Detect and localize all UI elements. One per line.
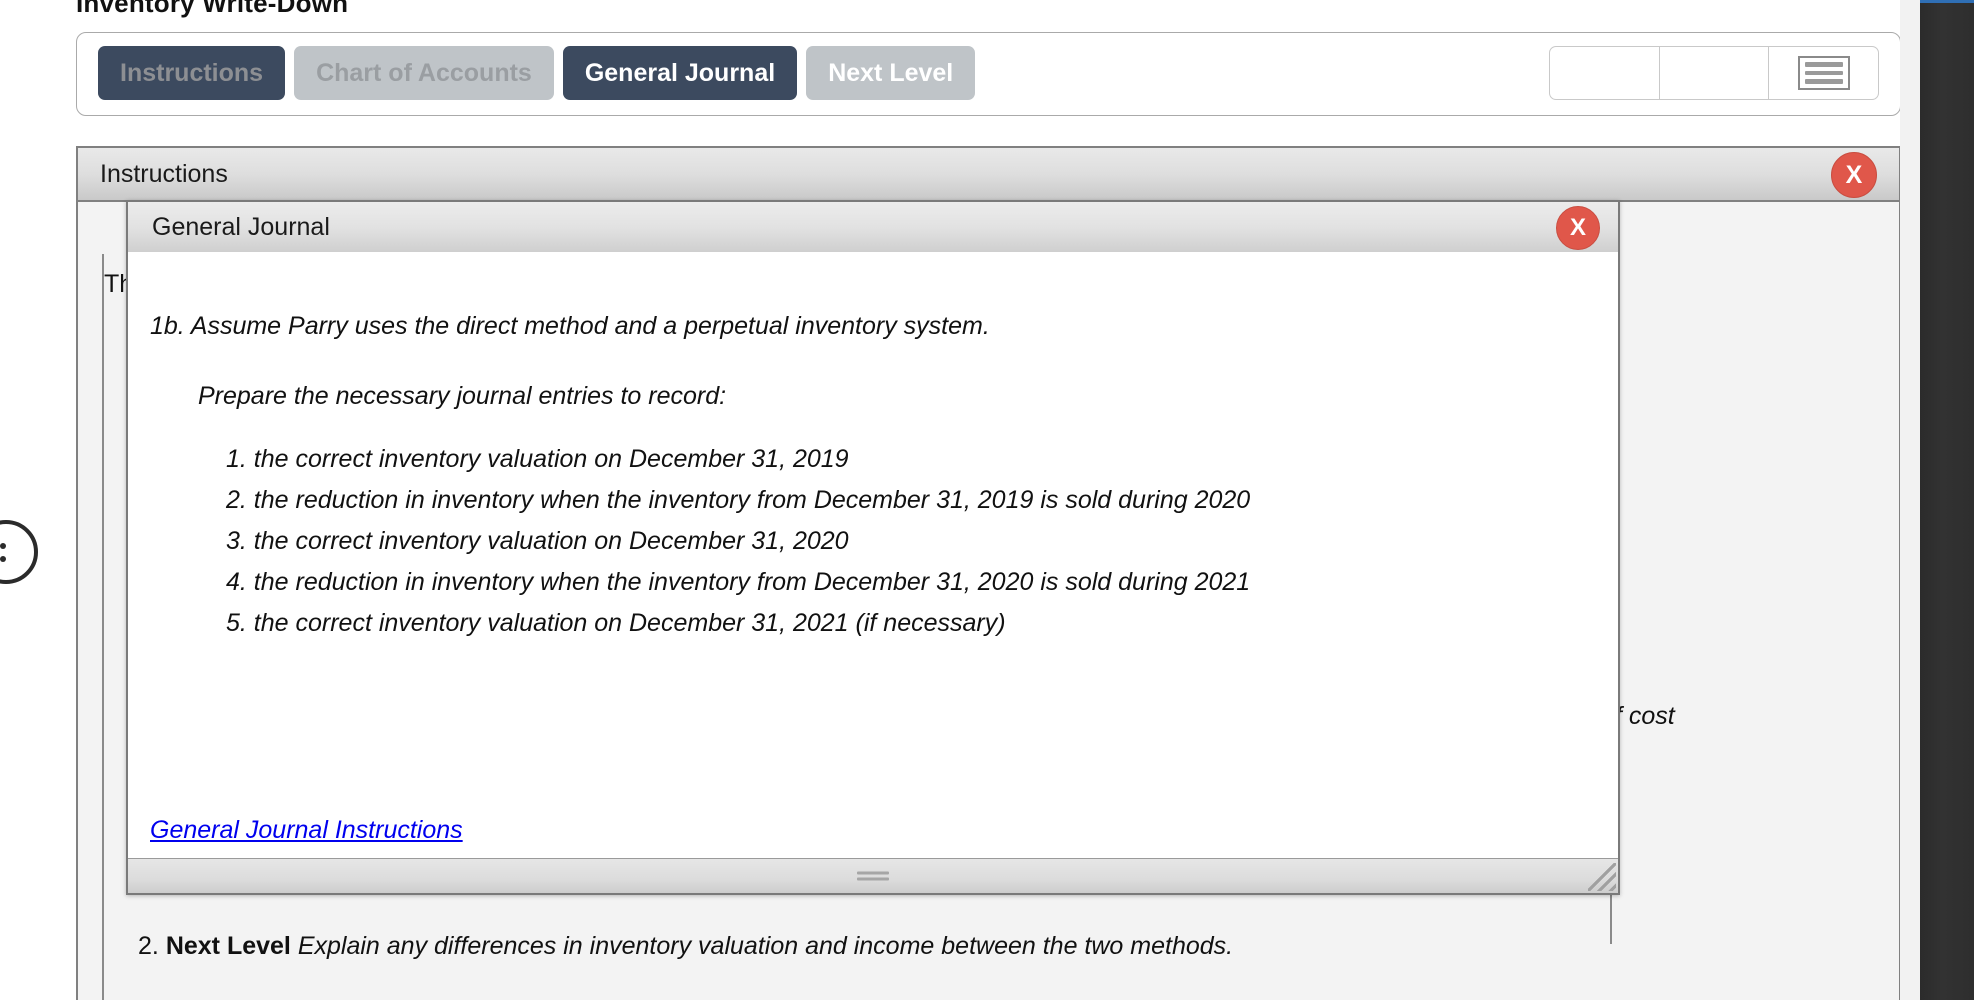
right-edge-light-strip bbox=[1900, 0, 1920, 1000]
list-item: 1. the correct inventory valuation on De… bbox=[226, 445, 849, 473]
toolbar-slot-2[interactable] bbox=[1660, 47, 1770, 99]
general-journal-close-icon[interactable]: X bbox=[1556, 206, 1600, 250]
screen-root: Inventory Write-Down Instructions Chart … bbox=[0, 0, 1974, 1000]
left-drag-handle[interactable] bbox=[0, 520, 38, 584]
tab-next-level[interactable]: Next Level bbox=[806, 46, 976, 100]
toolbar-control-group bbox=[1549, 46, 1879, 100]
hamburger-menu-icon[interactable] bbox=[1797, 56, 1850, 90]
list-item: 3. the correct inventory valuation on De… bbox=[226, 527, 849, 555]
list-item: 2. the reduction in inventory when the i… bbox=[226, 486, 1251, 514]
question-intro: 1b. Assume Parry uses the direct method … bbox=[150, 312, 990, 340]
general-journal-instructions-link[interactable]: General Journal Instructions bbox=[150, 816, 463, 845]
next-level-label: Next Level bbox=[165, 932, 291, 960]
page-title: Inventory Write-Down bbox=[76, 0, 349, 18]
tab-toolbar: Instructions Chart of Accounts General J… bbox=[76, 32, 1901, 116]
resize-corner-icon[interactable] bbox=[1588, 863, 1616, 891]
question-list: 1. the correct inventory valuation on De… bbox=[210, 439, 1250, 644]
next-level-text: Explain any differences in inventory val… bbox=[297, 932, 1234, 960]
resize-grabber-icon[interactable] bbox=[857, 871, 889, 881]
panel-left-divider bbox=[102, 254, 104, 1000]
general-journal-dialog-footer bbox=[128, 858, 1618, 893]
general-journal-dialog: General Journal X 1b. Assume Parry uses … bbox=[126, 200, 1620, 895]
list-item: 5. the correct inventory valuation on De… bbox=[226, 609, 1006, 637]
next-level-number: 2. bbox=[138, 932, 159, 960]
general-journal-dialog-content: 1b. Assume Parry uses the direct method … bbox=[128, 252, 1618, 859]
toolbar-slot-1[interactable] bbox=[1550, 47, 1660, 99]
general-journal-dialog-header[interactable]: General Journal X bbox=[128, 202, 1618, 253]
instructions-panel-close-icon[interactable]: X bbox=[1831, 152, 1877, 198]
right-edge-dark-strip bbox=[1920, 0, 1974, 1000]
next-level-instruction-line: 2. Next Level Explain any differences in… bbox=[138, 932, 1233, 961]
right-edge-accent-bar bbox=[1920, 0, 1974, 3]
tab-list: Instructions Chart of Accounts General J… bbox=[98, 46, 976, 100]
tab-general-journal[interactable]: General Journal bbox=[562, 46, 798, 100]
instructions-panel-title: Instructions bbox=[100, 159, 228, 188]
tab-chart-of-accounts[interactable]: Chart of Accounts bbox=[294, 46, 554, 100]
instructions-panel-header: Instructions X bbox=[78, 148, 1899, 202]
toolbar-menu-slot[interactable] bbox=[1769, 47, 1878, 99]
list-item: 4. the reduction in inventory when the i… bbox=[226, 568, 1251, 596]
drag-handle-dots-icon bbox=[0, 542, 6, 562]
obscured-text-right: f cost bbox=[1615, 702, 1675, 730]
general-journal-dialog-title: General Journal bbox=[152, 212, 330, 241]
question-subheading: Prepare the necessary journal entries to… bbox=[198, 382, 727, 410]
tab-instructions[interactable]: Instructions bbox=[98, 46, 286, 100]
